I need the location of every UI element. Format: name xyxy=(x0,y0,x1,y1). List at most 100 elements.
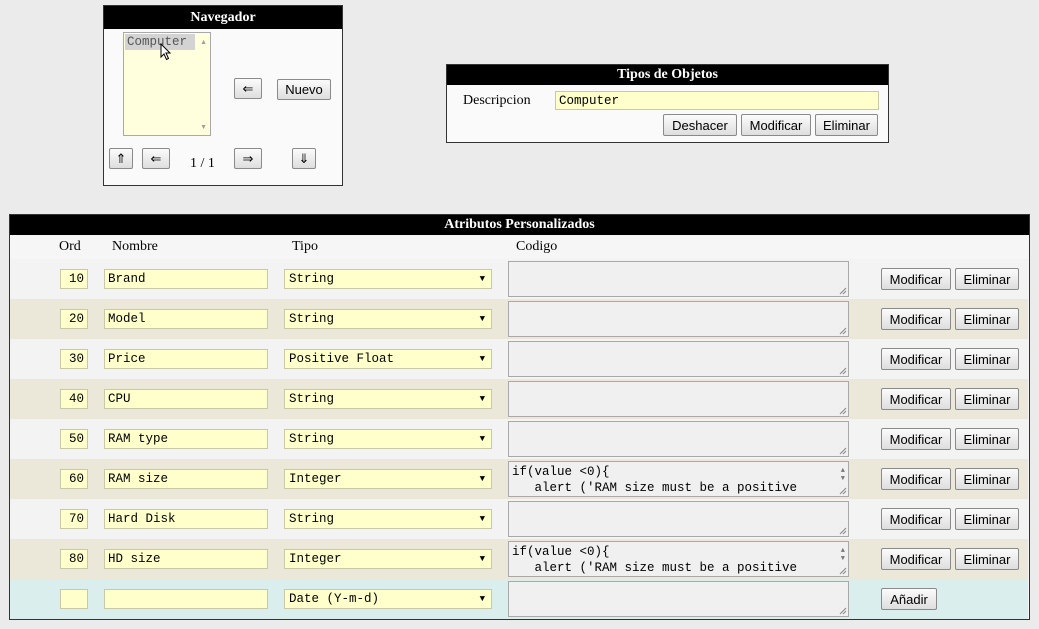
table-row: 60 RAM size Integer ▼ if(value <0){ alert ('… xyxy=(10,459,1028,499)
type-select[interactable]: Integer ▼ xyxy=(284,469,492,489)
row-delete-button[interactable]: Eliminar xyxy=(955,468,1019,490)
row-modify-button[interactable]: Modificar xyxy=(881,428,951,450)
row-modify-button[interactable]: Modificar xyxy=(881,468,951,490)
first-button[interactable]: ⇑ xyxy=(109,148,133,169)
resize-grip-icon[interactable] xyxy=(839,447,847,455)
resize-grip-icon[interactable] xyxy=(839,327,847,335)
navigator-listbox[interactable]: Computer ▲ ▼ xyxy=(123,32,211,136)
row-delete-button[interactable]: Eliminar xyxy=(955,548,1019,570)
table-row: 80 HD size Integer ▼ if(value <0){ alert ('R… xyxy=(10,539,1028,579)
code-textarea[interactable] xyxy=(508,301,849,337)
row-delete-button[interactable]: Eliminar xyxy=(955,308,1019,330)
row-modify-button[interactable]: Modificar xyxy=(881,508,951,530)
ord-input[interactable]: 50 xyxy=(60,429,88,449)
add-button[interactable]: Añadir xyxy=(881,588,937,610)
last-button[interactable]: ⇓ xyxy=(292,148,316,169)
new-button[interactable]: Nuevo xyxy=(277,79,331,100)
type-select[interactable]: String ▼ xyxy=(284,309,492,329)
type-select[interactable]: Integer ▼ xyxy=(284,549,492,569)
code-textarea[interactable] xyxy=(508,421,849,457)
resize-grip-icon[interactable] xyxy=(839,407,847,415)
type-select[interactable]: Date (Y-m-d) ▼ xyxy=(284,589,492,609)
type-select[interactable]: Positive Float ▼ xyxy=(284,349,492,369)
code-text: if(value <0){ alert ('RAM size must be a… xyxy=(512,465,798,495)
dropdown-arrow-icon: ▼ xyxy=(479,314,485,324)
ord-input[interactable]: 40 xyxy=(60,389,88,409)
scroll-down-icon[interactable]: ▼ xyxy=(841,471,845,487)
column-header-ord: Ord xyxy=(59,239,81,254)
resize-grip-icon[interactable] xyxy=(839,607,847,615)
table-row: 30 Price Positive Float ▼ Modificar Eliminar xyxy=(10,339,1028,379)
ord-input[interactable]: 10 xyxy=(60,269,88,289)
row-delete-button[interactable]: Eliminar xyxy=(955,508,1019,530)
name-input[interactable]: HD size xyxy=(104,549,268,569)
ord-input[interactable]: 80 xyxy=(60,549,88,569)
navigator-panel: Navegador Computer ▲ ▼ ⇐ Nuevo ⇑ ⇐ 1 / 1… xyxy=(103,5,343,186)
resize-grip-icon[interactable] xyxy=(839,487,847,495)
code-textarea[interactable] xyxy=(508,381,849,417)
column-header-code: Codigo xyxy=(516,239,558,254)
name-input[interactable]: Model xyxy=(104,309,268,329)
code-textarea[interactable]: if(value <0){ alert ('RAM size must be a… xyxy=(508,461,849,497)
name-input[interactable]: CPU xyxy=(104,389,268,409)
type-select-value: String xyxy=(289,512,335,526)
delete-button[interactable]: Eliminar xyxy=(815,114,878,136)
code-text: if(value <0){ alert ('RAM size must be a… xyxy=(512,545,798,575)
next-button[interactable]: ⇒ xyxy=(234,148,262,169)
ord-input[interactable]: 60 xyxy=(60,469,88,489)
resize-grip-icon[interactable] xyxy=(839,527,847,535)
resize-grip-icon[interactable] xyxy=(839,287,847,295)
dropdown-arrow-icon: ▼ xyxy=(479,514,485,524)
scroll-down-icon[interactable]: ▼ xyxy=(200,123,207,131)
type-select-value: Date (Y-m-d) xyxy=(289,592,380,606)
undo-button[interactable]: Deshacer xyxy=(663,114,737,136)
type-select[interactable]: String ▼ xyxy=(284,509,492,529)
name-input[interactable]: RAM type xyxy=(104,429,268,449)
dropdown-arrow-icon: ▼ xyxy=(479,594,485,604)
attributes-panel: Atributos Personalizados Ord Nombre Tipo… xyxy=(9,214,1030,620)
modify-button[interactable]: Modificar xyxy=(741,114,811,136)
scroll-down-icon[interactable]: ▼ xyxy=(841,551,845,567)
row-delete-button[interactable]: Eliminar xyxy=(955,388,1019,410)
back-button[interactable]: ⇐ xyxy=(234,78,262,99)
type-select[interactable]: String ▼ xyxy=(284,429,492,449)
description-input[interactable]: Computer xyxy=(555,91,879,110)
prev-button[interactable]: ⇐ xyxy=(142,148,170,169)
mouse-cursor-icon xyxy=(160,43,172,61)
dropdown-arrow-icon: ▼ xyxy=(479,274,485,284)
row-delete-button[interactable]: Eliminar xyxy=(955,268,1019,290)
row-modify-button[interactable]: Modificar xyxy=(881,388,951,410)
code-textarea[interactable]: if(value <0){ alert ('RAM size must be a… xyxy=(508,541,849,577)
code-textarea[interactable] xyxy=(508,581,849,617)
resize-grip-icon[interactable] xyxy=(839,367,847,375)
scroll-up-icon[interactable]: ▲ xyxy=(200,38,207,46)
name-input[interactable]: Price xyxy=(104,349,268,369)
row-delete-button[interactable]: Eliminar xyxy=(955,348,1019,370)
row-modify-button[interactable]: Modificar xyxy=(881,268,951,290)
row-modify-button[interactable]: Modificar xyxy=(881,548,951,570)
ord-input[interactable] xyxy=(60,589,88,609)
column-header-name: Nombre xyxy=(112,239,158,254)
name-input[interactable]: Brand xyxy=(104,269,268,289)
ord-input[interactable]: 70 xyxy=(60,509,88,529)
ord-input[interactable]: 20 xyxy=(60,309,88,329)
name-input[interactable]: Hard Disk xyxy=(104,509,268,529)
object-types-title: Tipos de Objetos xyxy=(447,65,888,85)
attributes-title: Atributos Personalizados xyxy=(10,215,1029,235)
resize-grip-icon[interactable] xyxy=(839,567,847,575)
dropdown-arrow-icon: ▼ xyxy=(479,354,485,364)
type-select[interactable]: String ▼ xyxy=(284,389,492,409)
description-label: Descripcion xyxy=(463,93,531,108)
ord-input[interactable]: 30 xyxy=(60,349,88,369)
name-input[interactable] xyxy=(104,589,268,609)
code-textarea[interactable] xyxy=(508,261,849,297)
code-textarea[interactable] xyxy=(508,341,849,377)
type-select[interactable]: String ▼ xyxy=(284,269,492,289)
dropdown-arrow-icon: ▼ xyxy=(479,474,485,484)
code-textarea[interactable] xyxy=(508,501,849,537)
row-modify-button[interactable]: Modificar xyxy=(881,308,951,330)
row-delete-button[interactable]: Eliminar xyxy=(955,428,1019,450)
name-input[interactable]: RAM size xyxy=(104,469,268,489)
type-select-value: String xyxy=(289,272,335,286)
row-modify-button[interactable]: Modificar xyxy=(881,348,951,370)
